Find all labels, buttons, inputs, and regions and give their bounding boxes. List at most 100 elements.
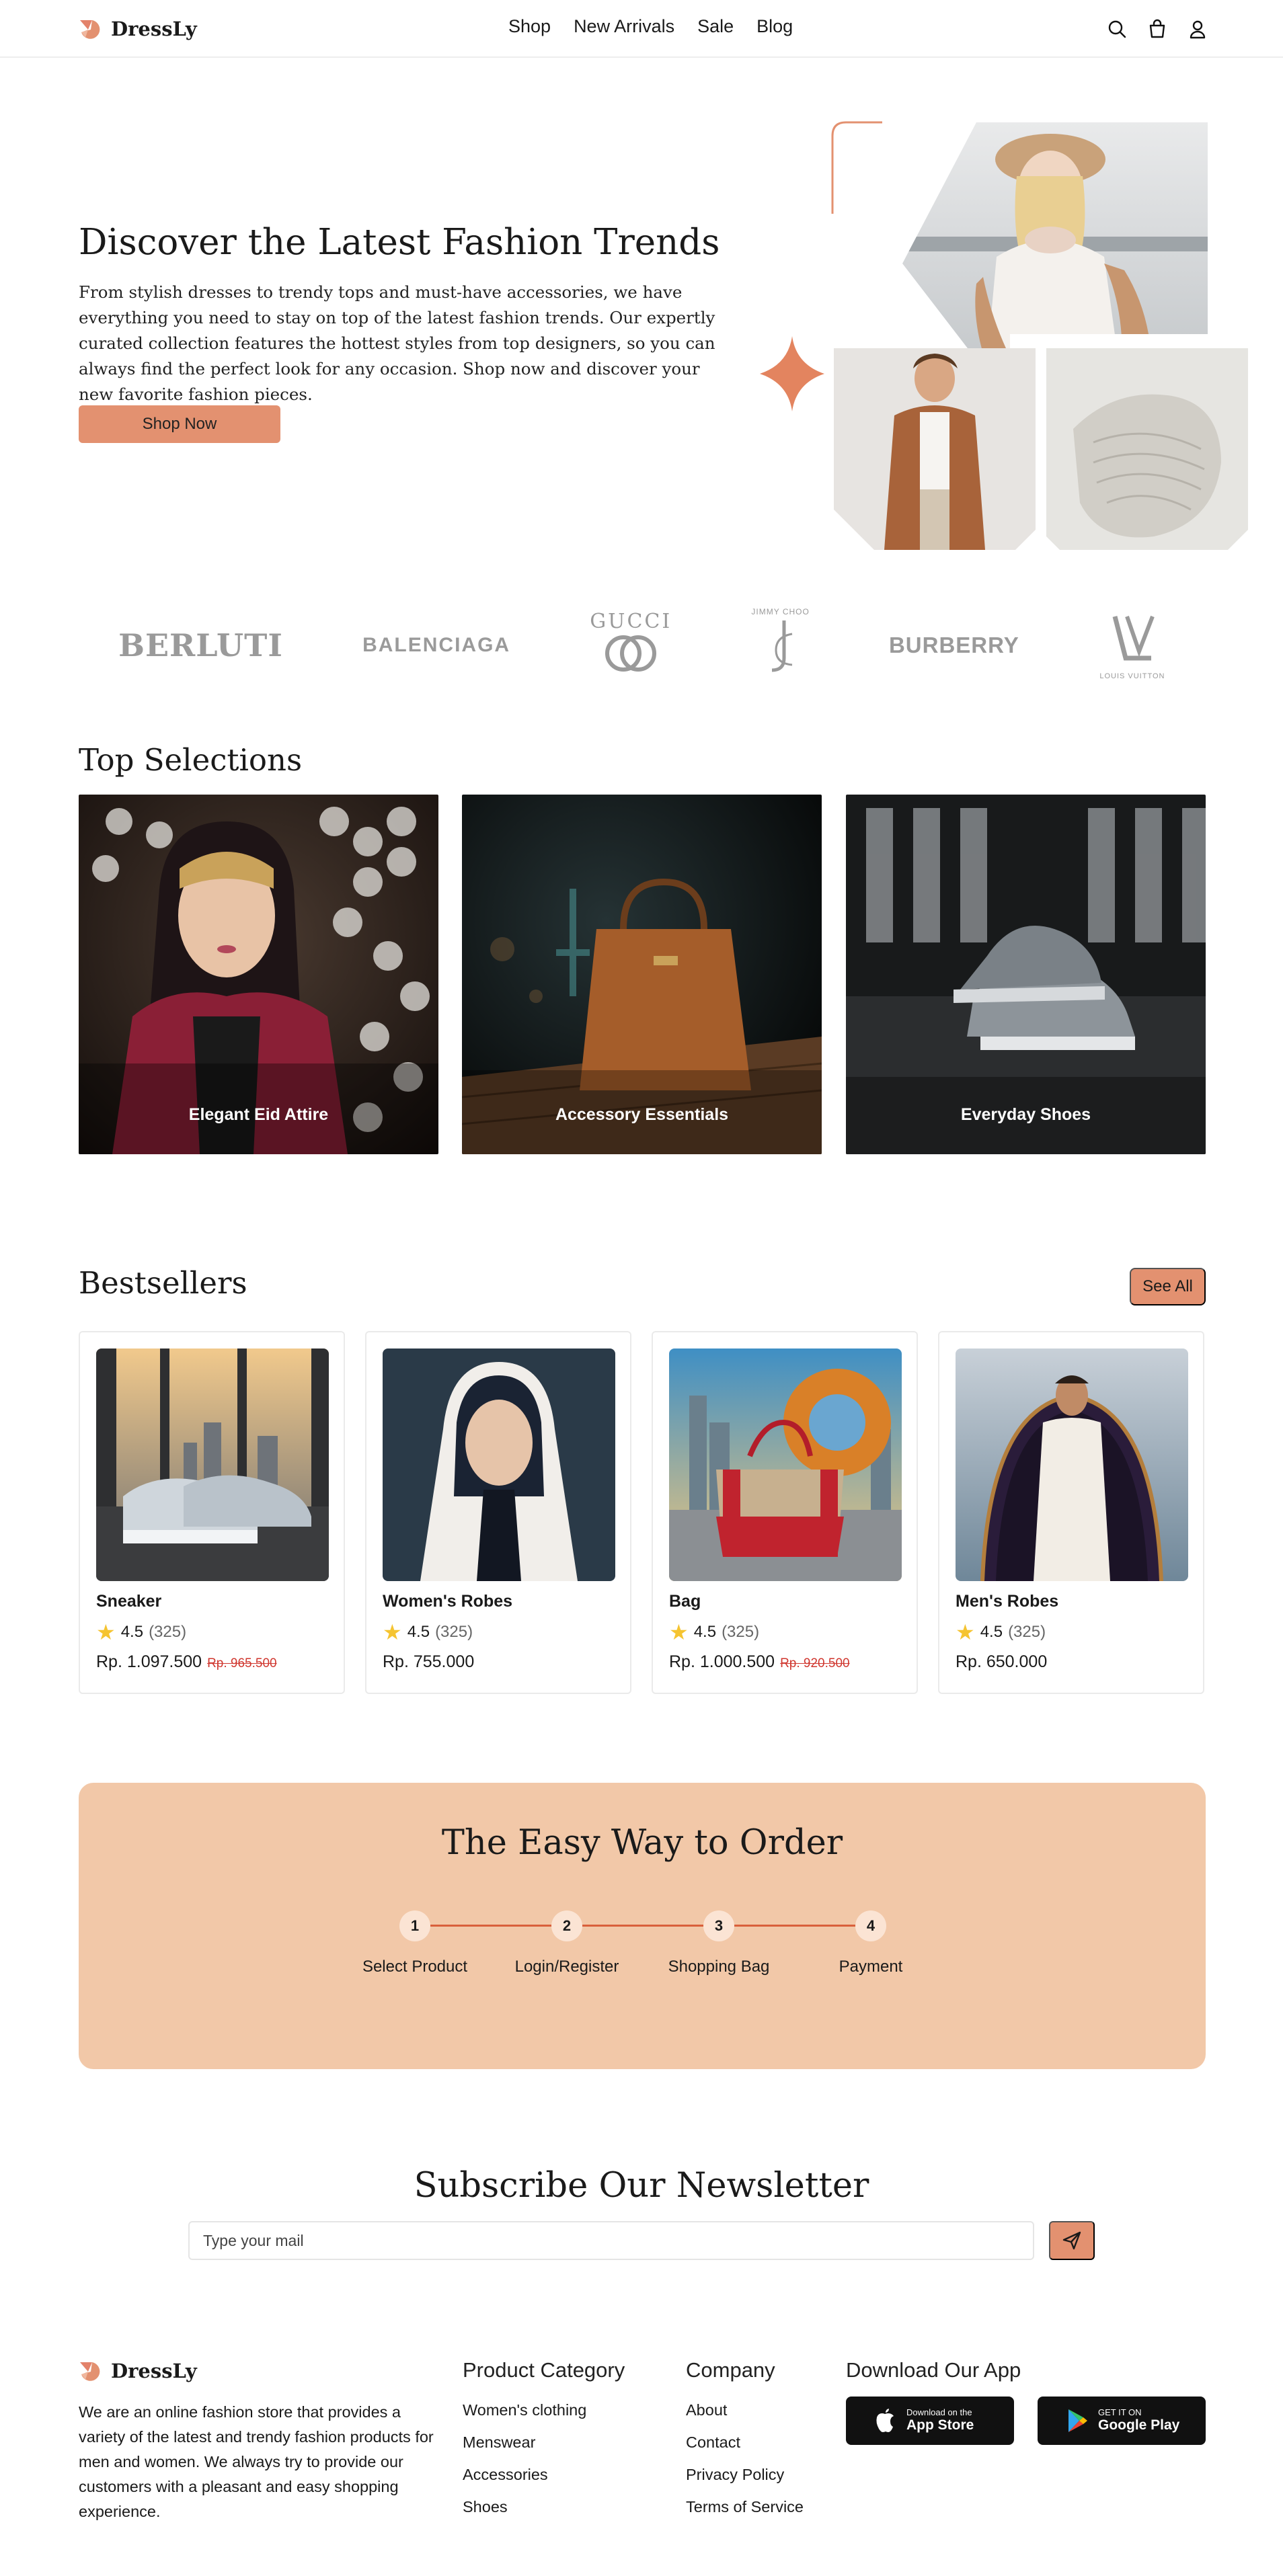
step-number: 1 xyxy=(399,1910,430,1941)
product-rating: ★ 4.5 (325) xyxy=(669,1621,759,1643)
hero-image-man-coat xyxy=(834,348,1036,550)
footer-link[interactable]: Accessories xyxy=(463,2466,586,2498)
top-selections-title: Top Selections xyxy=(79,742,303,778)
step-label: Login/Register xyxy=(514,1958,619,1976)
hero-image-collage xyxy=(753,120,1248,550)
product-image-sneaker xyxy=(96,1349,329,1581)
brand-name: DressLy xyxy=(111,17,197,40)
footer-link[interactable]: Shoes xyxy=(463,2498,586,2530)
step-label: Select Product xyxy=(362,1958,468,1976)
top-navbar: DressLy Shop New Arrivals Sale Blog xyxy=(0,0,1283,58)
product-rating: ★ 4.5 (325) xyxy=(383,1621,473,1643)
rating-count: (325) xyxy=(149,1623,187,1641)
current-price: Rp. 1.000.500 xyxy=(669,1652,775,1671)
newsletter-email-input[interactable] xyxy=(188,2221,1034,2260)
footer-product-category-title: Product Category xyxy=(463,2358,625,2382)
product-card-sneaker[interactable]: Sneaker ★ 4.5 (325) Rp. 1.097.500 Rp. 96… xyxy=(79,1331,345,1694)
selection-image-accessory xyxy=(462,795,822,1154)
current-price: Rp. 650.000 xyxy=(956,1652,1048,1671)
nav-link-sale[interactable]: Sale xyxy=(697,16,734,37)
product-name: Women's Robes xyxy=(383,1592,513,1611)
see-all-button[interactable]: See All xyxy=(1130,1268,1206,1305)
footer-link[interactable]: Terms of Service xyxy=(686,2498,804,2530)
google-play-text: GET IT ON Google Play xyxy=(1098,2408,1179,2433)
product-price: Rp. 1.097.500 Rp. 965.500 xyxy=(96,1652,277,1672)
newsletter-title: Subscribe Our Newsletter xyxy=(414,2166,869,2206)
step-number: 3 xyxy=(703,1910,734,1941)
step-connector xyxy=(415,1925,567,1927)
logo-icon xyxy=(80,20,100,39)
rating-count: (325) xyxy=(722,1623,760,1641)
app-store-big-text: App Store xyxy=(906,2417,974,2433)
footer-product-category-list: Women's clothing Menswear Accessories Sh… xyxy=(463,2401,586,2530)
selection-card-eid-attire[interactable]: Elegant Eid Attire xyxy=(79,795,438,1154)
newsletter-send-button[interactable] xyxy=(1049,2221,1095,2260)
product-card-bag[interactable]: Bag ★ 4.5 (325) Rp. 1.000.500 Rp. 920.50… xyxy=(652,1331,918,1694)
hero-description: From stylish dresses to trendy tops and … xyxy=(79,282,715,404)
google-play-icon xyxy=(1068,2409,1087,2432)
app-store-small-text: Download on the xyxy=(906,2407,972,2417)
order-title: The Easy Way to Order xyxy=(441,1823,843,1863)
footer-about-text: We are an online fashion store that prov… xyxy=(79,2403,434,2520)
product-image-womens-robes xyxy=(383,1349,615,1581)
footer-app-title: Download Our App xyxy=(846,2358,1021,2382)
brand-logo-gucci-text: GUCCI xyxy=(590,610,672,633)
selection-label: Accessory Essentials xyxy=(555,1105,729,1124)
old-price: Rp. 965.500 xyxy=(207,1656,277,1671)
shopping-bag-icon[interactable] xyxy=(1147,19,1167,39)
gucci-monogram-icon xyxy=(605,635,657,672)
brand-logo[interactable]: DressLy xyxy=(79,17,197,40)
current-price: Rp. 1.097.500 xyxy=(96,1652,202,1671)
shop-now-button[interactable]: Shop Now xyxy=(79,405,280,443)
footer-link[interactable]: Women's clothing xyxy=(463,2401,586,2433)
star-icon: ★ xyxy=(669,1620,689,1644)
old-price: Rp. 920.500 xyxy=(780,1656,850,1671)
product-name: Men's Robes xyxy=(956,1592,1059,1611)
product-card-mens-robes[interactable]: Men's Robes ★ 4.5 (325) Rp. 650.000 xyxy=(938,1331,1204,1694)
app-store-button[interactable]: Download on the App Store xyxy=(846,2397,1014,2445)
star-icon: ★ xyxy=(956,1620,975,1644)
nav-link-new-arrivals[interactable]: New Arrivals xyxy=(574,16,674,37)
rating-value: 4.5 xyxy=(407,1623,430,1641)
search-icon[interactable] xyxy=(1107,19,1127,39)
product-card-womens-robes[interactable]: Women's Robes ★ 4.5 (325) Rp. 755.000 xyxy=(365,1331,631,1694)
brand-logo-jimmy-choo: JIMMY CHOO xyxy=(751,607,809,684)
rating-count: (325) xyxy=(1008,1623,1046,1641)
selection-card-accessory-essentials[interactable]: Accessory Essentials xyxy=(462,795,822,1154)
hero-title: Discover the Latest Fashion Trends xyxy=(79,222,720,263)
selection-label: Everyday Shoes xyxy=(960,1105,1091,1124)
selection-card-everyday-shoes[interactable]: Everyday Shoes xyxy=(846,795,1206,1154)
footer-brand-logo[interactable]: DressLy xyxy=(79,2360,197,2382)
step-number: 2 xyxy=(551,1910,582,1941)
star-icon: ★ xyxy=(96,1620,116,1644)
footer-link[interactable]: Privacy Policy xyxy=(686,2466,804,2498)
bestsellers-title: Bestsellers xyxy=(79,1265,247,1301)
nav-link-shop[interactable]: Shop xyxy=(508,16,551,37)
google-play-button[interactable]: GET IT ON Google Play xyxy=(1038,2397,1206,2445)
footer-link[interactable]: Contact xyxy=(686,2433,804,2466)
app-store-text: Download on the App Store xyxy=(906,2408,974,2433)
step-label: Payment xyxy=(839,1958,903,1976)
step-number: 4 xyxy=(855,1910,886,1941)
brand-logo-louis-vuitton: LOUIS VUITTON xyxy=(1099,611,1166,680)
star-icon: ★ xyxy=(383,1620,402,1644)
step-connector xyxy=(567,1925,719,1927)
product-image-bag xyxy=(669,1349,902,1581)
brand-logos-row: BERLUTI BALENCIAGA GUCCI JIMMY CHOO BURB… xyxy=(79,605,1206,686)
google-play-small-text: GET IT ON xyxy=(1098,2407,1142,2417)
product-price: Rp. 1.000.500 Rp. 920.500 xyxy=(669,1652,850,1672)
jimmy-choo-monogram-icon xyxy=(771,620,792,672)
product-price: Rp. 755.000 xyxy=(383,1652,474,1672)
brand-name: DressLy xyxy=(111,2360,197,2382)
selection-image-shoes xyxy=(846,795,1206,1154)
send-icon xyxy=(1062,2231,1081,2250)
rating-value: 4.5 xyxy=(980,1623,1003,1641)
selection-image-eid-attire xyxy=(79,795,438,1154)
footer-link[interactable]: About xyxy=(686,2401,804,2433)
current-price: Rp. 755.000 xyxy=(383,1652,475,1671)
user-icon[interactable] xyxy=(1188,19,1208,39)
footer-link[interactable]: Menswear xyxy=(463,2433,586,2466)
footer-company-list: About Contact Privacy Policy Terms of Se… xyxy=(686,2401,804,2530)
hero-image-sweater xyxy=(1046,348,1248,550)
nav-link-blog[interactable]: Blog xyxy=(756,16,793,37)
